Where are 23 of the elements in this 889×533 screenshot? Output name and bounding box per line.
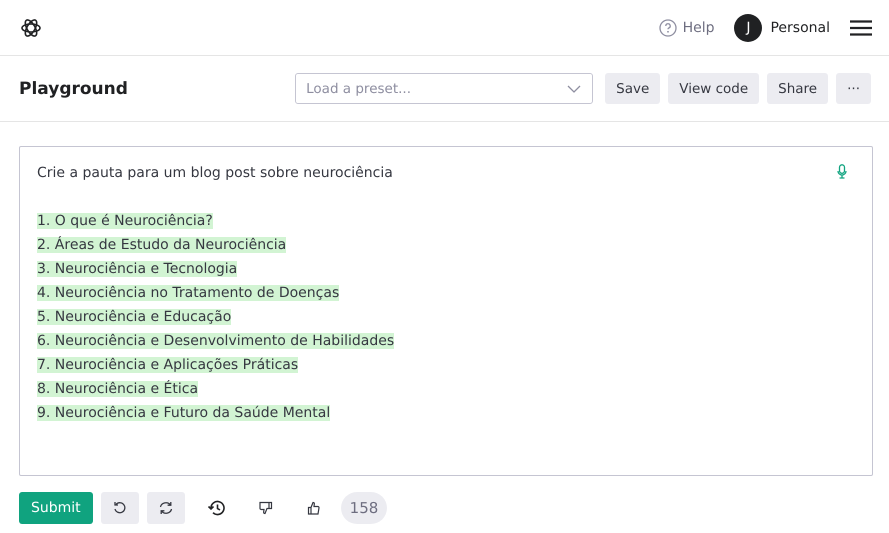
thumbs-up-icon[interactable]: [306, 501, 321, 515]
text-editor[interactable]: [19, 146, 873, 476]
page-title: Playground: [19, 78, 128, 98]
regenerate-button[interactable]: [146, 492, 185, 524]
preset-select[interactable]: Load a preset...: [295, 73, 594, 104]
history-icon[interactable]: [206, 500, 225, 516]
undo-icon: [112, 501, 127, 515]
thumbs-down-icon[interactable]: [258, 501, 273, 515]
account-name[interactable]: Personal: [770, 20, 830, 36]
toolbar-button[interactable]: ···: [836, 73, 871, 104]
microphone-icon[interactable]: [837, 164, 847, 179]
help-link[interactable]: Help: [682, 20, 714, 36]
toolbar-button[interactable]: Share: [767, 73, 828, 104]
avatar[interactable]: J: [734, 14, 762, 42]
toolbar-button[interactable]: Save: [605, 73, 660, 104]
token-count: 158: [340, 492, 388, 524]
undo-button[interactable]: [100, 492, 139, 524]
help-icon[interactable]: [658, 18, 677, 36]
refresh-icon: [158, 501, 174, 515]
menu-icon[interactable]: [850, 20, 872, 36]
prompt-text: Crie a pauta para um blog post sobre neurociência: [37, 164, 393, 183]
chevron-icon: [567, 85, 582, 93]
toolbar-button[interactable]: View code: [668, 73, 760, 104]
